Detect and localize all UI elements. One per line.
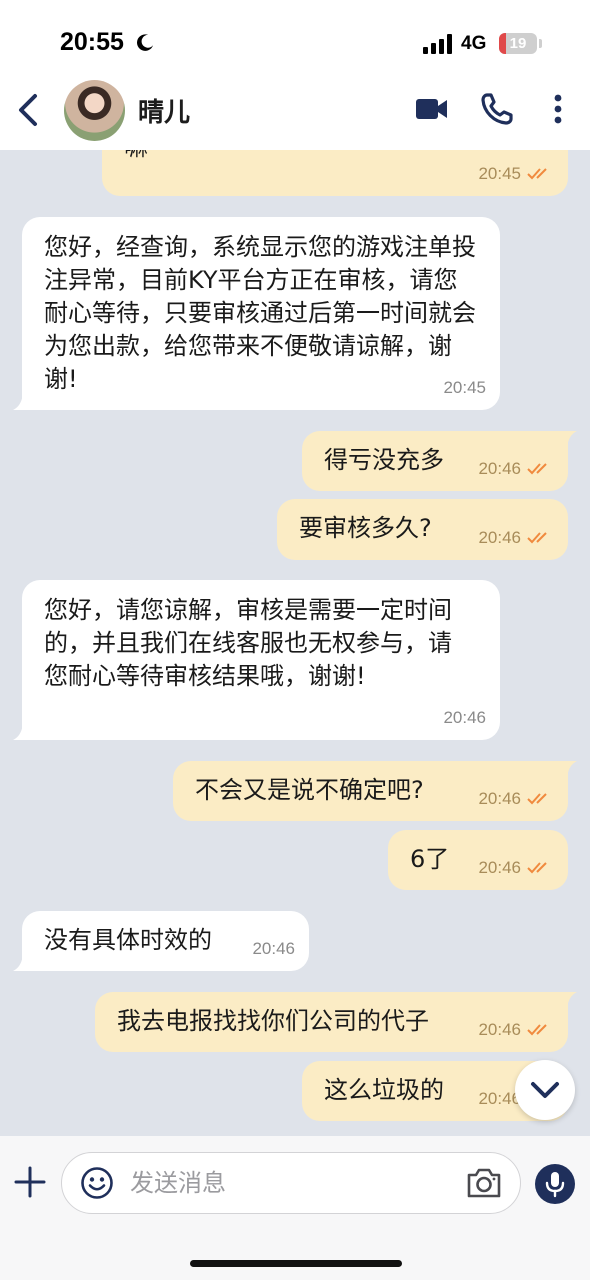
message-time: 20:46 — [478, 1020, 521, 1039]
message-time: 20:46 — [443, 708, 486, 727]
message-text: 您好，经查询，系统显示您的游戏注单投注异常，目前KY平台方正在审核，请您耐心等待… — [44, 233, 476, 393]
message-incoming[interactable]: 您好，经查询，系统显示您的游戏注单投注异常，目前KY平台方正在审核，请您耐心等待… — [13, 217, 500, 410]
double-check-icon — [527, 861, 547, 873]
video-call-button[interactable] — [412, 89, 452, 129]
message-text: 没有具体时效的 — [44, 926, 212, 954]
message-text: 6了 — [410, 845, 450, 873]
chevron-down-icon — [531, 1082, 559, 1098]
message-text: 不会又是说不确定吧? — [195, 776, 424, 804]
home-indicator — [190, 1260, 402, 1267]
moon-icon — [137, 34, 154, 51]
avatar[interactable] — [64, 80, 125, 141]
message-text: 要审核多久? — [299, 514, 432, 542]
message-text: 我去电报找找你们公司的代子 — [117, 1007, 429, 1035]
battery-cap — [539, 39, 542, 48]
status-time: 20:55 — [60, 28, 124, 56]
scroll-to-bottom-button[interactable] — [515, 1060, 575, 1120]
microphone-icon — [545, 1172, 565, 1198]
double-check-icon — [527, 167, 547, 179]
double-check-icon — [527, 462, 547, 474]
double-check-icon — [527, 792, 547, 804]
message-time: 20:45 — [443, 378, 486, 397]
chat-header: 晴儿 — [0, 80, 590, 150]
bubble-tail — [557, 431, 577, 451]
bubble-tail — [557, 992, 577, 1012]
contact-name[interactable]: 晴儿 — [138, 92, 190, 129]
message-outgoing[interactable]: 得亏没充多 20:46 — [302, 431, 577, 491]
message-time: 20:46 — [478, 528, 521, 547]
message-time: 20:46 — [478, 459, 521, 478]
message-time: 20:46 — [478, 789, 521, 808]
composer-bar — [0, 1136, 590, 1280]
message-text: 这么垃圾的 — [324, 1076, 444, 1104]
attach-button[interactable] — [12, 1164, 48, 1200]
message-text: 得亏没充多 — [324, 446, 444, 474]
voice-call-button[interactable] — [477, 89, 517, 129]
bubble-tail — [557, 761, 577, 781]
message-outgoing[interactable]: 6了 20:46 — [388, 830, 568, 890]
emoji-button[interactable] — [80, 1166, 114, 1200]
message-time: 20:46 — [478, 858, 521, 877]
microphone-button[interactable] — [535, 1164, 575, 1204]
message-time: 20:46 — [252, 939, 295, 958]
bubble-tail — [13, 951, 33, 971]
status-bar: 20:55 4G 19 — [0, 0, 590, 80]
message-text: 嘛 — [124, 150, 148, 164]
message-incoming[interactable]: 您好，请您谅解，审核是需要一定时间的，并且我们在线客服也无权参与，请您耐心等待审… — [13, 580, 500, 740]
message-incoming[interactable]: 没有具体时效的 20:46 — [13, 911, 309, 971]
camera-button[interactable] — [466, 1166, 502, 1200]
bubble-tail — [13, 720, 33, 740]
message-input[interactable] — [130, 1165, 450, 1201]
double-check-icon — [527, 531, 547, 543]
back-button[interactable] — [8, 88, 48, 132]
battery-icon: 19 — [499, 33, 537, 54]
message-outgoing[interactable]: 要审核多久? 20:46 — [277, 499, 568, 560]
message-outgoing[interactable]: 嘛 20:45 — [102, 150, 568, 196]
battery-level: 19 — [509, 35, 527, 52]
bubble-tail — [13, 390, 33, 410]
chat-messages[interactable]: 嘛 20:45 您好，经查询，系统显示您的游戏注单投注异常，目前KY平台方正在审… — [0, 150, 590, 1136]
message-time: 20:45 — [478, 164, 521, 183]
message-outgoing[interactable]: 不会又是说不确定吧? 20:46 — [173, 761, 577, 821]
message-outgoing[interactable]: 我去电报找找你们公司的代子 20:46 — [95, 992, 577, 1052]
more-options-button[interactable] — [538, 89, 578, 129]
signal-icon — [423, 34, 452, 54]
double-check-icon — [527, 1023, 547, 1035]
message-input-box[interactable] — [61, 1152, 521, 1214]
network-type: 4G — [461, 33, 487, 54]
message-text: 您好，请您谅解，审核是需要一定时间的，并且我们在线客服也无权参与，请您耐心等待审… — [44, 596, 452, 690]
